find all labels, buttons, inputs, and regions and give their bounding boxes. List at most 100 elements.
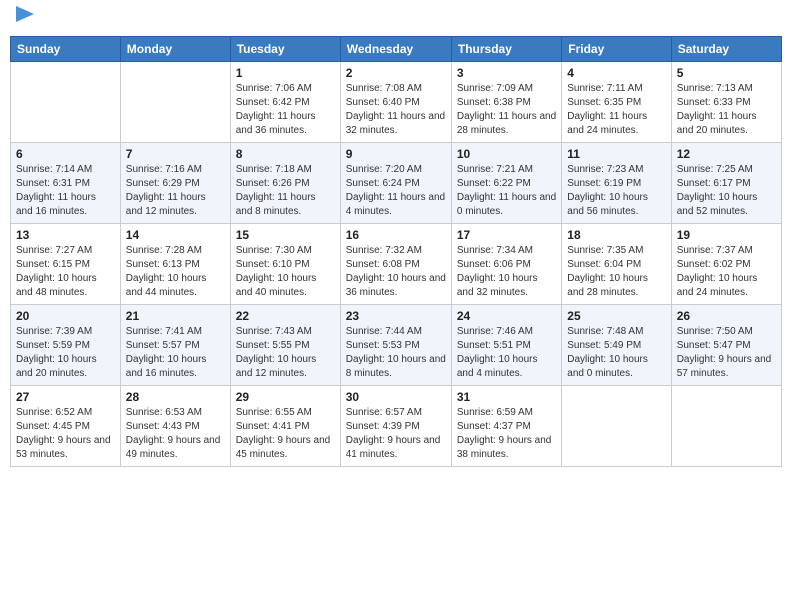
calendar-cell: 29 Sunrise: 6:55 AMSunset: 4:41 PMDayligh…: [230, 386, 340, 467]
calendar-cell: [671, 386, 781, 467]
weekday-header: Tuesday: [230, 37, 340, 62]
day-number: 9: [346, 147, 446, 161]
calendar-week-row: 27 Sunrise: 6:52 AMSunset: 4:45 PMDayligh…: [11, 386, 782, 467]
calendar-week-row: 13Sunrise: 7:27 AMSunset: 6:15 PMDayligh…: [11, 224, 782, 305]
calendar-cell: [120, 62, 230, 143]
page-header: [10, 10, 782, 28]
day-info: Sunrise: 7:14 AMSunset: 6:31 PMDaylight:…: [16, 163, 115, 219]
day-number: 31: [457, 390, 556, 404]
day-info: Sunrise: 7:28 AMSunset: 6:13 PMDaylight:…: [126, 244, 225, 300]
calendar-cell: 5Sunrise: 7:13 AMSunset: 6:33 PMDaylight…: [671, 62, 781, 143]
day-number: 24: [457, 309, 556, 323]
day-number: 8: [236, 147, 335, 161]
day-number: 10: [457, 147, 556, 161]
logo-icon: [16, 6, 34, 28]
day-info: Sunrise: 7:25 AMSunset: 6:17 PMDaylight:…: [677, 163, 776, 219]
calendar-cell: 2Sunrise: 7:08 AMSunset: 6:40 PMDaylight…: [340, 62, 451, 143]
day-number: 20: [16, 309, 115, 323]
day-info: Sunrise: 7:44 AMSunset: 5:53 PMDaylight:…: [346, 325, 446, 381]
calendar-cell: 26 Sunrise: 7:50 AMSunset: 5:47 PMDayligh…: [671, 305, 781, 386]
day-number: 28: [126, 390, 225, 404]
day-number: 4: [567, 66, 665, 80]
day-number: 14: [126, 228, 225, 242]
day-info: Sunrise: 6:57 AMSunset: 4:39 PMDaylight:…: [346, 406, 446, 462]
calendar-cell: 30 Sunrise: 6:57 AMSunset: 4:39 PMDayligh…: [340, 386, 451, 467]
calendar-week-row: 6 Sunrise: 7:14 AMSunset: 6:31 PMDaylight…: [11, 143, 782, 224]
day-info: Sunrise: 7:11 AMSunset: 6:35 PMDaylight:…: [567, 82, 665, 138]
day-info: Sunrise: 6:55 AMSunset: 4:41 PMDaylight:…: [236, 406, 335, 462]
calendar-header-row: SundayMondayTuesdayWednesdayThursdayFrid…: [11, 37, 782, 62]
day-info: Sunrise: 7:27 AMSunset: 6:15 PMDaylight:…: [16, 244, 115, 300]
weekday-header: Sunday: [11, 37, 121, 62]
day-info: Sunrise: 7:43 AMSunset: 5:55 PMDaylight:…: [236, 325, 335, 381]
calendar-cell: [562, 386, 671, 467]
day-info: Sunrise: 7:39 AMSunset: 5:59 PMDaylight:…: [16, 325, 115, 381]
day-info: Sunrise: 7:48 AMSunset: 5:49 PMDaylight:…: [567, 325, 665, 381]
day-info: Sunrise: 7:06 AMSunset: 6:42 PMDaylight:…: [236, 82, 335, 138]
calendar-cell: 13Sunrise: 7:27 AMSunset: 6:15 PMDayligh…: [11, 224, 121, 305]
day-number: 18: [567, 228, 665, 242]
calendar-cell: 6 Sunrise: 7:14 AMSunset: 6:31 PMDaylight…: [11, 143, 121, 224]
calendar-cell: 28 Sunrise: 6:53 AMSunset: 4:43 PMDayligh…: [120, 386, 230, 467]
calendar-cell: 4 Sunrise: 7:11 AMSunset: 6:35 PMDaylight…: [562, 62, 671, 143]
weekday-header: Friday: [562, 37, 671, 62]
day-number: 7: [126, 147, 225, 161]
day-info: Sunrise: 6:53 AMSunset: 4:43 PMDaylight:…: [126, 406, 225, 462]
calendar-cell: 20 Sunrise: 7:39 AMSunset: 5:59 PMDayligh…: [11, 305, 121, 386]
calendar-cell: 10 Sunrise: 7:21 AMSunset: 6:22 PMDayligh…: [451, 143, 561, 224]
day-number: 16: [346, 228, 446, 242]
day-info: Sunrise: 7:32 AMSunset: 6:08 PMDaylight:…: [346, 244, 446, 300]
day-number: 21: [126, 309, 225, 323]
calendar-cell: 21Sunrise: 7:41 AMSunset: 5:57 PMDayligh…: [120, 305, 230, 386]
calendar-cell: 14 Sunrise: 7:28 AMSunset: 6:13 PMDayligh…: [120, 224, 230, 305]
day-info: Sunrise: 6:59 AMSunset: 4:37 PMDaylight:…: [457, 406, 556, 462]
day-number: 23: [346, 309, 446, 323]
day-info: Sunrise: 7:46 AMSunset: 5:51 PMDaylight:…: [457, 325, 556, 381]
day-number: 17: [457, 228, 556, 242]
day-info: Sunrise: 7:37 AMSunset: 6:02 PMDaylight:…: [677, 244, 776, 300]
calendar-cell: 25 Sunrise: 7:48 AMSunset: 5:49 PMDayligh…: [562, 305, 671, 386]
day-info: Sunrise: 7:08 AMSunset: 6:40 PMDaylight:…: [346, 82, 446, 138]
weekday-header: Wednesday: [340, 37, 451, 62]
day-info: Sunrise: 7:50 AMSunset: 5:47 PMDaylight:…: [677, 325, 776, 381]
day-info: Sunrise: 7:23 AMSunset: 6:19 PMDaylight:…: [567, 163, 665, 219]
day-number: 6: [16, 147, 115, 161]
calendar-cell: [11, 62, 121, 143]
day-info: Sunrise: 7:18 AMSunset: 6:26 PMDaylight:…: [236, 163, 335, 219]
day-number: 27: [16, 390, 115, 404]
calendar-cell: 12Sunrise: 7:25 AMSunset: 6:17 PMDayligh…: [671, 143, 781, 224]
day-number: 30: [346, 390, 446, 404]
calendar-cell: 19 Sunrise: 7:37 AMSunset: 6:02 PMDayligh…: [671, 224, 781, 305]
calendar-cell: 8 Sunrise: 7:18 AMSunset: 6:26 PMDaylight…: [230, 143, 340, 224]
calendar-cell: 3 Sunrise: 7:09 AMSunset: 6:38 PMDaylight…: [451, 62, 561, 143]
day-number: 15: [236, 228, 335, 242]
calendar-cell: 9 Sunrise: 7:20 AMSunset: 6:24 PMDaylight…: [340, 143, 451, 224]
calendar-cell: 16 Sunrise: 7:32 AMSunset: 6:08 PMDayligh…: [340, 224, 451, 305]
day-info: Sunrise: 7:21 AMSunset: 6:22 PMDaylight:…: [457, 163, 556, 219]
day-number: 19: [677, 228, 776, 242]
day-info: Sunrise: 7:09 AMSunset: 6:38 PMDaylight:…: [457, 82, 556, 138]
calendar-cell: 27 Sunrise: 6:52 AMSunset: 4:45 PMDayligh…: [11, 386, 121, 467]
day-number: 3: [457, 66, 556, 80]
calendar-cell: 18 Sunrise: 7:35 AMSunset: 6:04 PMDayligh…: [562, 224, 671, 305]
calendar-cell: 1Sunrise: 7:06 AMSunset: 6:42 PMDaylight…: [230, 62, 340, 143]
calendar-week-row: 1Sunrise: 7:06 AMSunset: 6:42 PMDaylight…: [11, 62, 782, 143]
day-info: Sunrise: 7:35 AMSunset: 6:04 PMDaylight:…: [567, 244, 665, 300]
day-info: Sunrise: 7:34 AMSunset: 6:06 PMDaylight:…: [457, 244, 556, 300]
calendar-cell: 24 Sunrise: 7:46 AMSunset: 5:51 PMDayligh…: [451, 305, 561, 386]
day-number: 25: [567, 309, 665, 323]
day-info: Sunrise: 6:52 AMSunset: 4:45 PMDaylight:…: [16, 406, 115, 462]
calendar-cell: 22Sunrise: 7:43 AMSunset: 5:55 PMDayligh…: [230, 305, 340, 386]
weekday-header: Saturday: [671, 37, 781, 62]
calendar-week-row: 20 Sunrise: 7:39 AMSunset: 5:59 PMDayligh…: [11, 305, 782, 386]
day-info: Sunrise: 7:20 AMSunset: 6:24 PMDaylight:…: [346, 163, 446, 219]
day-number: 29: [236, 390, 335, 404]
calendar-cell: 11Sunrise: 7:23 AMSunset: 6:19 PMDayligh…: [562, 143, 671, 224]
day-info: Sunrise: 7:16 AMSunset: 6:29 PMDaylight:…: [126, 163, 225, 219]
calendar-cell: 17 Sunrise: 7:34 AMSunset: 6:06 PMDayligh…: [451, 224, 561, 305]
day-number: 26: [677, 309, 776, 323]
day-info: Sunrise: 7:30 AMSunset: 6:10 PMDaylight:…: [236, 244, 335, 300]
weekday-header: Thursday: [451, 37, 561, 62]
calendar-cell: 15 Sunrise: 7:30 AMSunset: 6:10 PMDayligh…: [230, 224, 340, 305]
logo: [14, 10, 34, 28]
